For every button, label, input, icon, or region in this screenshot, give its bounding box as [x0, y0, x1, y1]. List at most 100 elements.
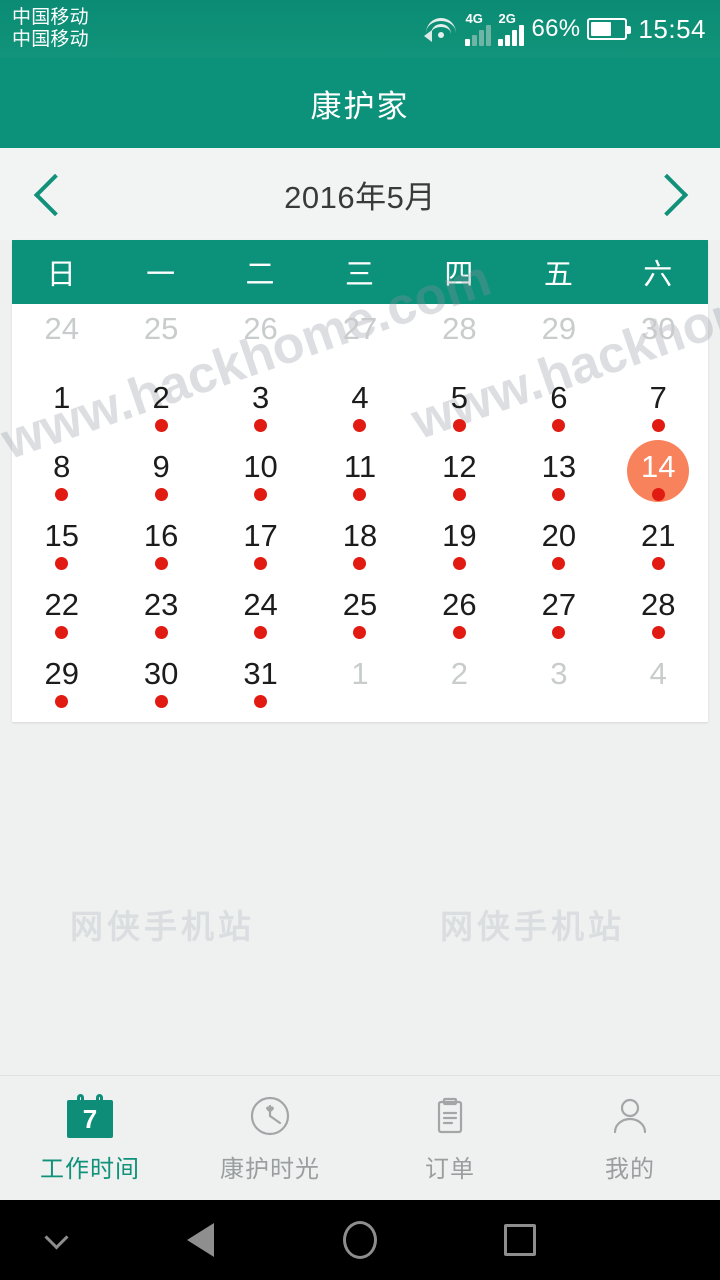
bottom-tab-bar: 7 工作时间 康护时光 订单 我的 [0, 1075, 720, 1200]
calendar-day[interactable]: 7 [609, 373, 708, 442]
calendar-day[interactable]: 28 [609, 580, 708, 649]
tab-orders[interactable]: 订单 [360, 1076, 540, 1200]
calendar-day[interactable]: 3 [211, 373, 310, 442]
network-type-1: 4G [465, 10, 483, 26]
day-number: 4 [649, 656, 667, 691]
day-number: 14 [641, 449, 676, 484]
carrier-sim1: 中国移动 [12, 7, 89, 29]
calendar-day[interactable]: 3 [509, 649, 608, 718]
day-number: 5 [450, 380, 469, 415]
calendar-day[interactable]: 23 [111, 580, 210, 649]
android-navigation-bar [0, 1200, 720, 1280]
event-dot [452, 419, 466, 432]
recents-square-icon[interactable] [440, 1224, 600, 1256]
day-number: 2 [450, 656, 469, 691]
event-dot [552, 626, 566, 639]
network-type-2: 2G [498, 10, 516, 26]
calendar-day-selected[interactable]: 14 [609, 440, 708, 511]
event-dot [452, 488, 466, 501]
calendar-day[interactable]: 1 [310, 649, 409, 718]
calendar-grid: 24 25 26 27 28 29 30 1 2 3 4 5 6 7 8 9 10 11 12 13 14 15 16 17 1… [12, 304, 708, 722]
chevron-down-icon[interactable] [44, 1227, 70, 1253]
calendar-day[interactable]: 6 [509, 373, 608, 442]
chevron-left-icon[interactable] [30, 173, 72, 215]
clipboard-icon [426, 1092, 474, 1140]
calendar-day[interactable]: 16 [111, 511, 210, 580]
event-dot [552, 557, 566, 570]
day-number: 30 [641, 311, 676, 346]
back-triangle-icon[interactable] [120, 1223, 280, 1257]
calendar-day[interactable]: 10 [211, 442, 310, 511]
day-number: 3 [251, 380, 270, 415]
calendar-day[interactable]: 5 [410, 373, 509, 442]
calendar-day[interactable]: 31 [211, 649, 310, 718]
event-dot [254, 557, 268, 570]
month-navigation: 2016年5月 [0, 148, 720, 240]
day-number: 28 [442, 311, 477, 346]
day-number: 16 [143, 518, 179, 553]
watermark: 网侠手机站 [70, 908, 255, 945]
calendar-day[interactable]: 26 [410, 580, 509, 649]
tab-care-time[interactable]: 康护时光 [180, 1076, 360, 1200]
event-dot [55, 488, 69, 501]
day-number: 4 [351, 380, 369, 415]
calendar-day[interactable]: 17 [211, 511, 310, 580]
day-number: 25 [342, 587, 378, 622]
event-dot [651, 626, 665, 639]
calendar-day[interactable]: 12 [410, 442, 509, 511]
weekday-header: 四 [444, 259, 475, 291]
day-number: 1 [53, 380, 71, 415]
calendar-day[interactable]: 24 [211, 580, 310, 649]
calendar-day[interactable]: 30 [609, 304, 708, 373]
tab-profile[interactable]: 我的 [540, 1076, 720, 1200]
carrier-labels: 中国移动 中国移动 [12, 7, 89, 51]
day-number: 27 [541, 587, 577, 622]
day-number: 24 [44, 311, 79, 346]
calendar-day[interactable]: 11 [310, 442, 409, 511]
event-dot [254, 626, 268, 639]
calendar-day[interactable]: 28 [410, 304, 509, 373]
calendar-day[interactable]: 4 [310, 373, 409, 442]
calendar-day[interactable]: 2 [410, 649, 509, 718]
calendar-day[interactable]: 26 [211, 304, 310, 373]
calendar-day[interactable]: 20 [509, 511, 608, 580]
event-dot [254, 419, 268, 432]
calendar-day[interactable]: 4 [609, 649, 708, 718]
calendar-day[interactable]: 13 [509, 442, 608, 511]
calendar-day[interactable]: 9 [111, 442, 210, 511]
chevron-right-icon[interactable] [648, 173, 690, 215]
calendar-day[interactable]: 1 [12, 373, 111, 442]
calendar-day[interactable]: 18 [310, 511, 409, 580]
event-dot [552, 419, 566, 432]
calendar-day[interactable]: 15 [12, 511, 111, 580]
day-number: 1 [351, 656, 369, 691]
calendar-day[interactable]: 29 [12, 649, 111, 718]
day-number: 6 [550, 380, 568, 415]
calendar-day[interactable]: 24 [12, 304, 111, 373]
calendar-day[interactable]: 2 [111, 373, 210, 442]
calendar-day[interactable]: 8 [12, 442, 111, 511]
day-number: 31 [243, 656, 278, 691]
calendar-day[interactable]: 30 [111, 649, 210, 718]
day-number: 25 [143, 311, 179, 346]
event-dot [154, 419, 168, 432]
calendar-day[interactable]: 25 [111, 304, 210, 373]
day-number: 21 [641, 518, 676, 553]
day-number: 13 [541, 449, 577, 484]
home-circle-icon[interactable] [280, 1221, 440, 1259]
signal-2g-icon: 2G [498, 10, 525, 46]
calendar-day[interactable]: 22 [12, 580, 111, 649]
tab-label: 我的 [605, 1156, 655, 1183]
calendar-day[interactable]: 19 [410, 511, 509, 580]
day-number: 11 [343, 449, 377, 484]
weekday-header: 三 [344, 259, 375, 291]
calendar-day[interactable]: 27 [310, 304, 409, 373]
calendar-day[interactable]: 29 [509, 304, 608, 373]
event-dot [55, 626, 69, 639]
calendar-day[interactable]: 21 [609, 511, 708, 580]
tab-work-time[interactable]: 7 工作时间 [0, 1076, 180, 1200]
day-number: 28 [641, 587, 676, 622]
app-root: 中国移动 中国移动 4G 2G 66% 15:54 康护家 2016年5月 日 … [0, 0, 720, 1280]
calendar-day[interactable]: 25 [310, 580, 409, 649]
calendar-day[interactable]: 27 [509, 580, 608, 649]
